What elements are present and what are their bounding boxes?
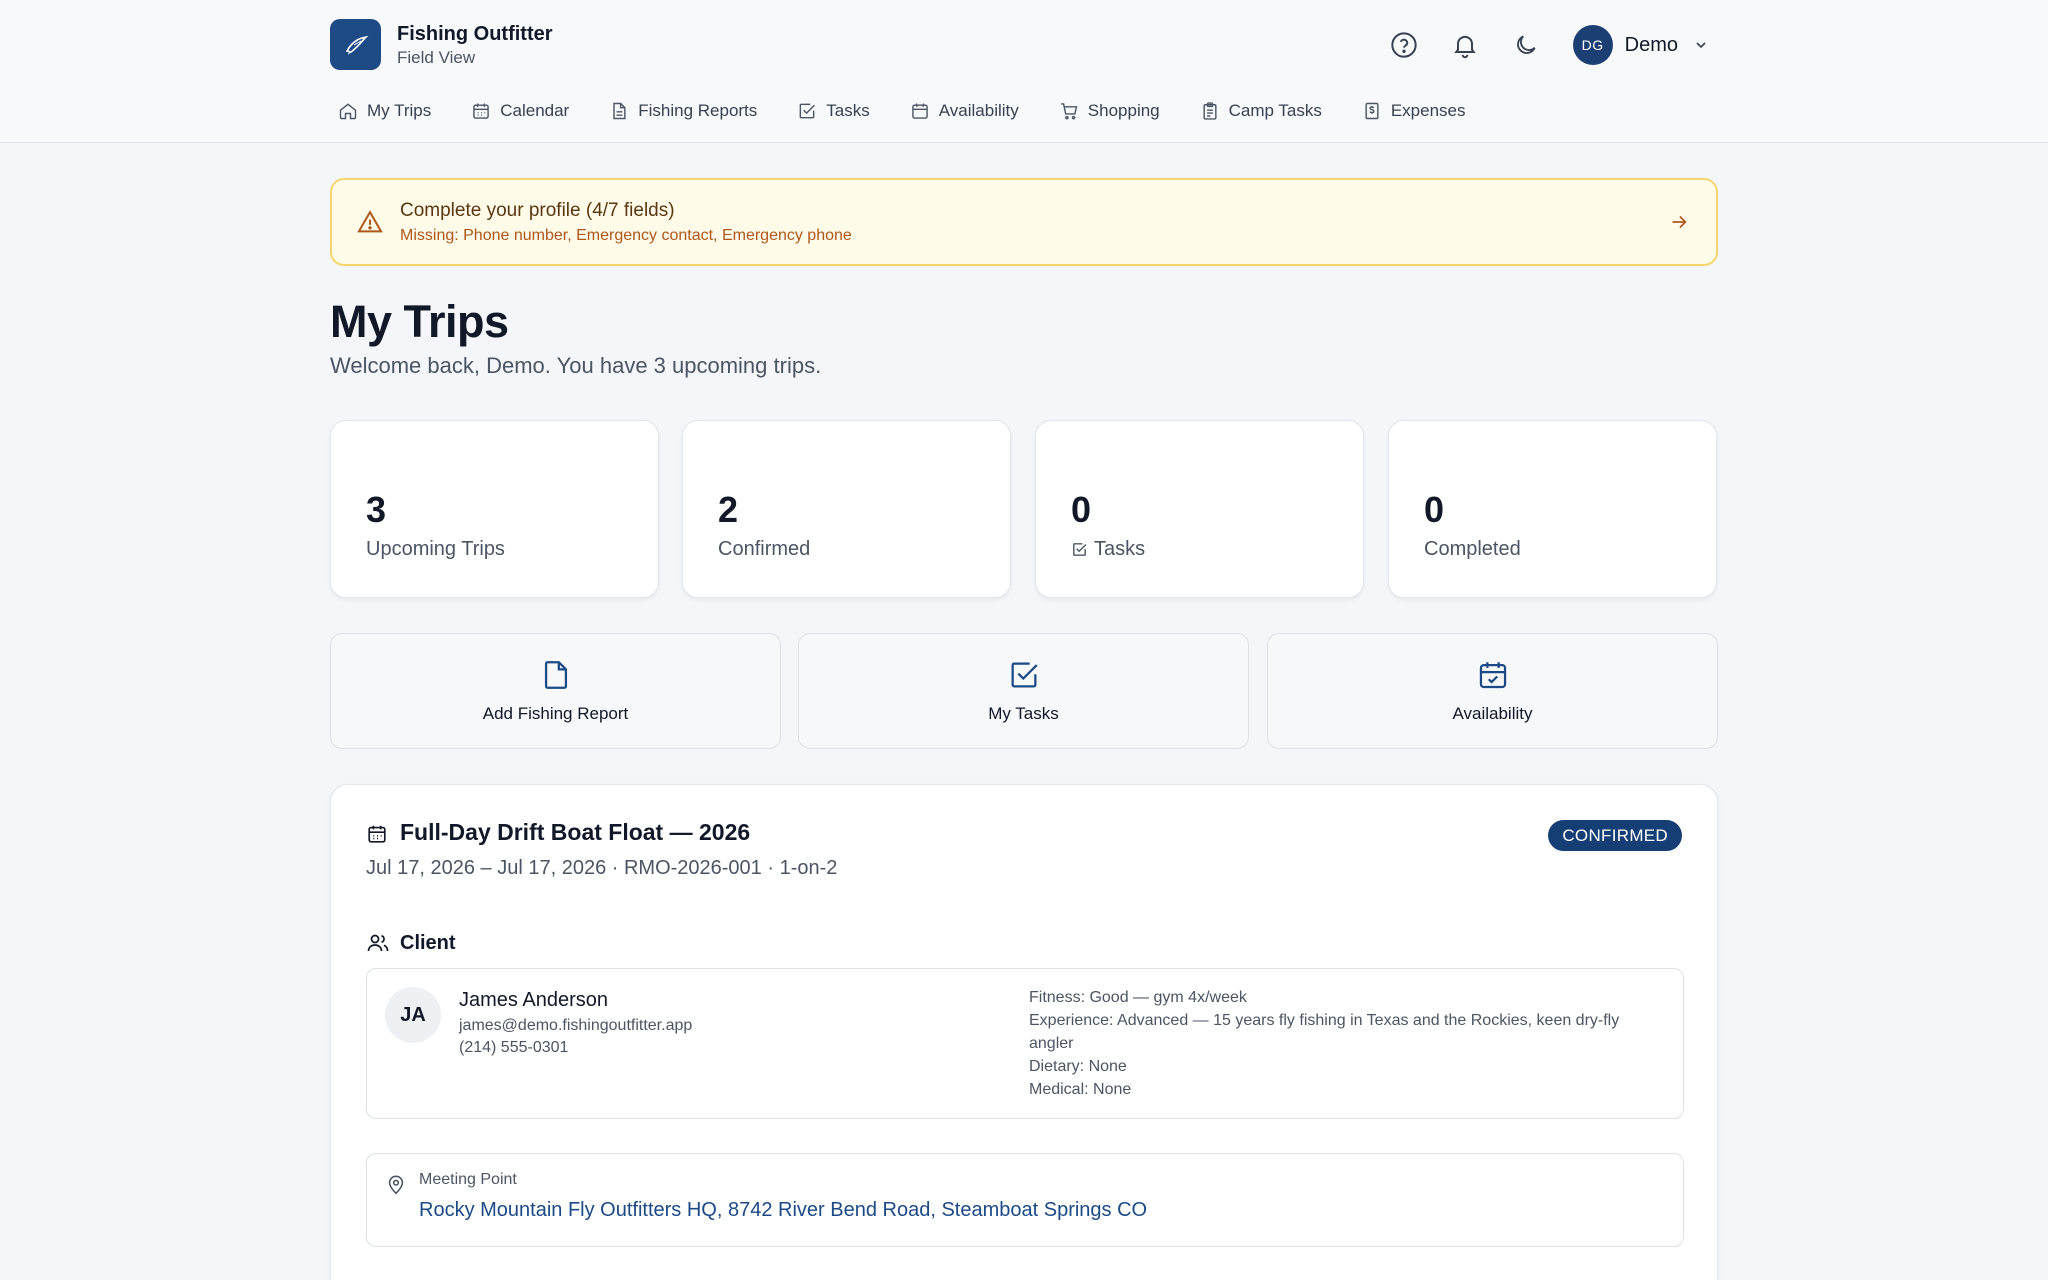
stat-value: 3 <box>366 489 387 530</box>
arrow-right-icon[interactable] <box>1668 211 1690 233</box>
action-label: Add Fishing Report <box>482 704 629 723</box>
document-icon <box>613 102 626 120</box>
theme-toggle-button[interactable] <box>1505 24 1547 66</box>
chevron-down-icon <box>1696 42 1706 49</box>
help-icon <box>1390 32 1417 58</box>
nav-label: Availability <box>938 101 1019 120</box>
warning-icon <box>357 210 383 233</box>
client-section-heading: Client <box>366 931 456 955</box>
nav-item-shopping[interactable]: Shopping <box>1059 101 1160 121</box>
stat-label: Confirmed <box>718 538 811 560</box>
stat-card-upcoming-trips: 3 Upcoming Trips <box>330 420 659 598</box>
calendar-check-icon <box>1479 662 1506 689</box>
checkbox-icon <box>799 103 816 119</box>
check-square-icon <box>1011 662 1038 688</box>
nav-label: Tasks <box>826 101 870 120</box>
client-experience: Experience: Advanced — 15 years fly fish… <box>1029 1012 1620 1052</box>
users-icon <box>367 934 389 952</box>
stat-card-tasks: 0 Tasks <box>1035 420 1364 598</box>
client-dietary: Dietary: None <box>1029 1058 1127 1075</box>
fish-logo-icon <box>345 35 368 54</box>
my-tasks-button[interactable]: My Tasks <box>798 633 1249 749</box>
stat-card-completed: 0 Completed <box>1388 420 1717 598</box>
banner-title: Complete your profile (4/7 fields) <box>400 200 675 221</box>
brand-name: Fishing Outfitter <box>397 22 553 45</box>
client-phone[interactable]: (214) 555-0301 <box>459 1039 568 1057</box>
home-icon <box>339 103 357 120</box>
client-fitness: Fitness: Good — gym 4x/week <box>1029 989 1247 1006</box>
meeting-point-label: Meeting Point <box>419 1171 517 1188</box>
nav-label: My Trips <box>367 101 432 120</box>
trip-meta: Jul 17, 2026 – Jul 17, 2026 · RMO-2026-0… <box>366 857 838 879</box>
nav-item-fishing-reports[interactable]: Fishing Reports <box>609 101 757 121</box>
nav-item-calendar[interactable]: Calendar <box>471 101 569 121</box>
client-email[interactable]: james@demo.fishingoutfitter.app <box>459 1017 692 1035</box>
avatar: DG <box>1572 25 1613 65</box>
nav-item-tasks[interactable]: Tasks <box>797 101 870 121</box>
action-label: My Tasks <box>988 704 1059 723</box>
nav-item-availability[interactable]: Availability <box>910 101 1019 121</box>
client-name: James Anderson <box>459 989 608 1011</box>
nav-item-my-trips[interactable]: My Trips <box>338 101 431 121</box>
meeting-point-card: Meeting Point Rocky Mountain Fly Outfitt… <box>366 1153 1684 1247</box>
checkbox-icon <box>1073 543 1087 556</box>
stat-label-row: Tasks <box>1071 538 1145 561</box>
app-header: Fishing Outfitter Field View DG Demo My … <box>0 0 2048 143</box>
meeting-point-link[interactable]: Rocky Mountain Fly Outfitters HQ, 8742 R… <box>419 1199 1147 1222</box>
bell-icon <box>1453 35 1476 59</box>
brand[interactable]: Fishing Outfitter Field View <box>330 19 553 70</box>
user-name: Demo <box>1624 33 1678 56</box>
nav-item-expenses[interactable]: Expenses <box>1362 101 1466 121</box>
trip-card[interactable]: Full-Day Drift Boat Float — 2026 Jul 17,… <box>330 784 1718 1280</box>
stat-value: 0 <box>1424 489 1445 530</box>
client-heading-label: Client <box>400 931 456 954</box>
nav-label: Fishing Reports <box>638 101 758 120</box>
action-label: Availability <box>1452 704 1533 723</box>
page-subtitle: Welcome back, Demo. You have 3 upcoming … <box>330 353 822 378</box>
stat-label: Upcoming Trips <box>366 538 505 560</box>
brand-logo <box>330 19 381 70</box>
stat-card-confirmed: 2 Confirmed <box>682 420 1011 598</box>
trip-title: Full-Day Drift Boat Float — 2026 <box>400 819 751 845</box>
calendar-icon <box>473 103 490 119</box>
stat-label: Tasks <box>1094 538 1146 560</box>
banner-missing-fields: Missing: Phone number, Emergency contact… <box>400 227 852 244</box>
status-badge: CONFIRMED <box>1548 820 1682 851</box>
main-nav: My Trips Calendar Fishing Reports Tasks … <box>338 98 1506 124</box>
stat-value: 0 <box>1071 489 1092 530</box>
receipt-icon <box>1365 102 1379 120</box>
profile-completion-banner[interactable]: Complete your profile (4/7 fields) Missi… <box>330 178 1718 266</box>
nav-label: Shopping <box>1087 101 1160 120</box>
cart-icon <box>1060 103 1078 120</box>
user-menu[interactable]: DG Demo <box>1572 25 1708 65</box>
nav-label: Expenses <box>1390 101 1466 120</box>
client-medical: Medical: None <box>1029 1081 1132 1098</box>
stat-label: Completed <box>1424 538 1521 560</box>
file-icon <box>544 661 567 689</box>
add-fishing-report-button[interactable]: Add Fishing Report <box>330 633 781 749</box>
header-actions: DG Demo <box>1364 24 1708 66</box>
client-avatar: JA <box>385 987 441 1043</box>
nav-label: Camp Tasks <box>1228 101 1322 120</box>
nav-label: Calendar <box>500 101 570 120</box>
calendar-icon <box>911 103 928 119</box>
client-details: Fitness: Good — gym 4x/week Experience: … <box>1029 986 1659 1101</box>
moon-icon <box>1516 35 1536 54</box>
map-pin-icon <box>388 1175 404 1195</box>
brand-subtitle: Field View <box>397 47 476 67</box>
nav-item-camp-tasks[interactable]: Camp Tasks <box>1200 101 1322 121</box>
page-title: My Trips <box>330 296 509 347</box>
notifications-button[interactable] <box>1444 24 1486 66</box>
client-card: JA James Anderson james@demo.fishingoutf… <box>366 968 1684 1119</box>
clipboard-icon <box>1203 102 1217 120</box>
help-button[interactable] <box>1383 24 1425 66</box>
stat-value: 2 <box>718 489 739 530</box>
calendar-icon <box>368 825 386 843</box>
availability-button[interactable]: Availability <box>1267 633 1718 749</box>
